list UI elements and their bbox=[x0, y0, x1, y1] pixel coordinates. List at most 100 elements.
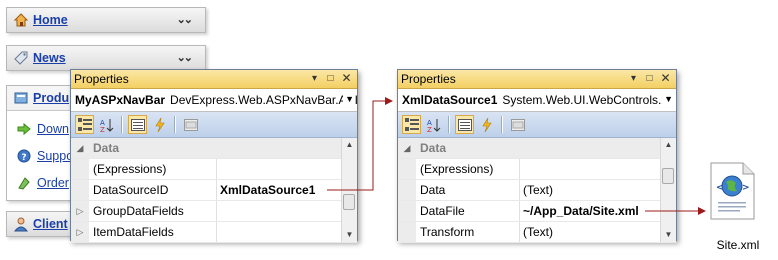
property-value[interactable]: (Text) bbox=[520, 180, 676, 200]
property-name: (Expressions) bbox=[416, 159, 520, 179]
navbar-group-label[interactable]: News bbox=[33, 51, 66, 65]
property-value[interactable]: XmlDataSource1 bbox=[217, 180, 357, 200]
scroll-down-icon[interactable]: ▼ bbox=[342, 228, 357, 242]
property-row[interactable]: Data (Text) bbox=[398, 180, 676, 201]
toolbar-separator bbox=[501, 116, 503, 133]
navbar-group-news[interactable]: News ⌄⌄ bbox=[6, 45, 206, 71]
property-row[interactable]: DataSourceID XmlDataSource1 bbox=[71, 180, 357, 201]
property-row[interactable]: (Expressions) bbox=[71, 159, 357, 180]
category-label: Data bbox=[420, 141, 447, 155]
properties-icon[interactable] bbox=[455, 115, 474, 134]
navbar-item-label[interactable]: Order bbox=[37, 176, 69, 190]
properties-window-navbar[interactable]: Properties ▾ □ ✕ MyASPxNavBar DevExpress… bbox=[70, 69, 358, 243]
category-row[interactable]: ◢ Data bbox=[71, 138, 357, 159]
property-name: DataFile bbox=[416, 201, 520, 221]
categorized-icon[interactable] bbox=[75, 115, 94, 134]
property-value[interactable] bbox=[217, 201, 357, 221]
scrollbar-thumb[interactable] bbox=[662, 168, 674, 184]
object-selector[interactable]: XmlDataSource1 System.Web.UI.WebControls… bbox=[398, 89, 676, 112]
toolbar-separator bbox=[121, 116, 123, 133]
chevron-down-icon[interactable]: ⌄⌄ bbox=[177, 13, 194, 26]
expand-icon[interactable]: ▷ bbox=[71, 222, 89, 242]
property-pages-icon[interactable] bbox=[508, 115, 527, 134]
properties-toolbar: AZ bbox=[398, 112, 676, 138]
scroll-down-icon[interactable]: ▼ bbox=[661, 228, 676, 242]
properties-title: Properties bbox=[74, 72, 129, 86]
maximize-icon[interactable]: □ bbox=[643, 72, 656, 85]
property-name: ItemDataFields bbox=[89, 222, 217, 242]
property-name: (Expressions) bbox=[89, 159, 217, 179]
navbar-item-label[interactable]: Suppo bbox=[37, 149, 73, 163]
property-row[interactable]: ▷ ItemDataFields bbox=[71, 222, 357, 243]
tag-icon bbox=[13, 50, 29, 66]
alphabetical-icon[interactable]: AZ bbox=[97, 115, 116, 134]
properties-title: Properties bbox=[401, 72, 456, 86]
svg-text:>: > bbox=[742, 183, 750, 193]
property-pages-icon[interactable] bbox=[181, 115, 200, 134]
property-value[interactable] bbox=[217, 159, 357, 179]
home-icon bbox=[13, 12, 29, 28]
order-icon bbox=[17, 176, 31, 190]
property-row[interactable]: ▷ GroupDataFields bbox=[71, 201, 357, 222]
dropdown-icon[interactable]: ▾ bbox=[627, 72, 640, 85]
arrow-right-icon bbox=[17, 122, 31, 136]
properties-window-xmldatasource[interactable]: Properties ▾ □ ✕ XmlDataSource1 System.W… bbox=[397, 69, 677, 243]
scrollbar-thumb[interactable] bbox=[343, 194, 355, 210]
xml-file-icon[interactable]: < > bbox=[709, 162, 755, 220]
expand-icon[interactable]: ▷ bbox=[71, 201, 89, 221]
property-grid: ◢ Data (Expressions) Data (Text) DataFil… bbox=[398, 138, 676, 243]
svg-text:Z: Z bbox=[100, 126, 105, 132]
navbar-group-header[interactable]: Home ⌄⌄ bbox=[7, 8, 205, 32]
toolbar-separator bbox=[448, 116, 450, 133]
scroll-up-icon[interactable]: ▲ bbox=[342, 138, 357, 152]
chevron-down-icon[interactable]: ⌄⌄ bbox=[177, 51, 194, 64]
close-icon[interactable]: ✕ bbox=[340, 72, 353, 85]
properties-toolbar: AZ bbox=[71, 112, 357, 138]
category-row[interactable]: ◢ Data bbox=[398, 138, 676, 159]
object-name: XmlDataSource1 bbox=[402, 93, 498, 107]
properties-icon[interactable] bbox=[128, 115, 147, 134]
property-name: Data bbox=[416, 180, 520, 200]
collapse-icon[interactable]: ◢ bbox=[398, 138, 416, 158]
navbar-group-label[interactable]: Client bbox=[33, 217, 68, 231]
properties-titlebar[interactable]: Properties ▾ □ ✕ bbox=[71, 70, 357, 89]
property-value[interactable] bbox=[217, 222, 357, 242]
alphabetical-icon[interactable]: AZ bbox=[424, 115, 443, 134]
categorized-icon[interactable] bbox=[402, 115, 421, 134]
property-name: Transform bbox=[416, 222, 520, 242]
chevron-down-icon[interactable]: ▼ bbox=[662, 94, 673, 104]
events-icon[interactable] bbox=[477, 115, 496, 134]
svg-text:?: ? bbox=[21, 153, 26, 163]
navbar-group-header[interactable]: News ⌄⌄ bbox=[7, 46, 205, 70]
object-type: DevExpress.Web.ASPxNavBar.ASI bbox=[170, 93, 357, 107]
scroll-up-icon[interactable]: ▲ bbox=[661, 138, 676, 152]
property-row[interactable]: DataFile ~/App_Data/Site.xml bbox=[398, 201, 676, 222]
close-icon[interactable]: ✕ bbox=[659, 72, 672, 85]
property-row[interactable]: Transform (Text) bbox=[398, 222, 676, 243]
file-label: Site.xml bbox=[716, 238, 760, 252]
svg-text:Z: Z bbox=[427, 126, 432, 132]
svg-text:<: < bbox=[716, 183, 724, 193]
maximize-icon[interactable]: □ bbox=[324, 72, 337, 85]
products-icon bbox=[13, 90, 29, 106]
chevron-down-icon[interactable]: ▼ bbox=[343, 94, 354, 104]
property-value[interactable] bbox=[520, 159, 676, 179]
property-value[interactable]: ~/App_Data/Site.xml bbox=[520, 201, 676, 221]
object-selector[interactable]: MyASPxNavBar DevExpress.Web.ASPxNavBar.A… bbox=[71, 89, 357, 112]
navbar-group-label[interactable]: Home bbox=[33, 13, 68, 27]
object-type: System.Web.UI.WebControls.X bbox=[502, 93, 670, 107]
property-row[interactable]: (Expressions) bbox=[398, 159, 676, 180]
property-name: DataSourceID bbox=[89, 180, 217, 200]
dropdown-icon[interactable]: ▾ bbox=[308, 72, 321, 85]
toolbar-separator bbox=[174, 116, 176, 133]
vertical-scrollbar[interactable]: ▲ ▼ bbox=[341, 138, 357, 242]
navbar-item-label[interactable]: Down bbox=[37, 122, 69, 136]
navbar-group-home[interactable]: Home ⌄⌄ bbox=[6, 7, 206, 33]
events-icon[interactable] bbox=[150, 115, 169, 134]
property-name: GroupDataFields bbox=[89, 201, 217, 221]
navbar-group-label[interactable]: Produ bbox=[33, 91, 69, 105]
property-value[interactable]: (Text) bbox=[520, 222, 676, 242]
properties-titlebar[interactable]: Properties ▾ □ ✕ bbox=[398, 70, 676, 89]
vertical-scrollbar[interactable]: ▲ ▼ bbox=[660, 138, 676, 242]
collapse-icon[interactable]: ◢ bbox=[71, 138, 89, 158]
